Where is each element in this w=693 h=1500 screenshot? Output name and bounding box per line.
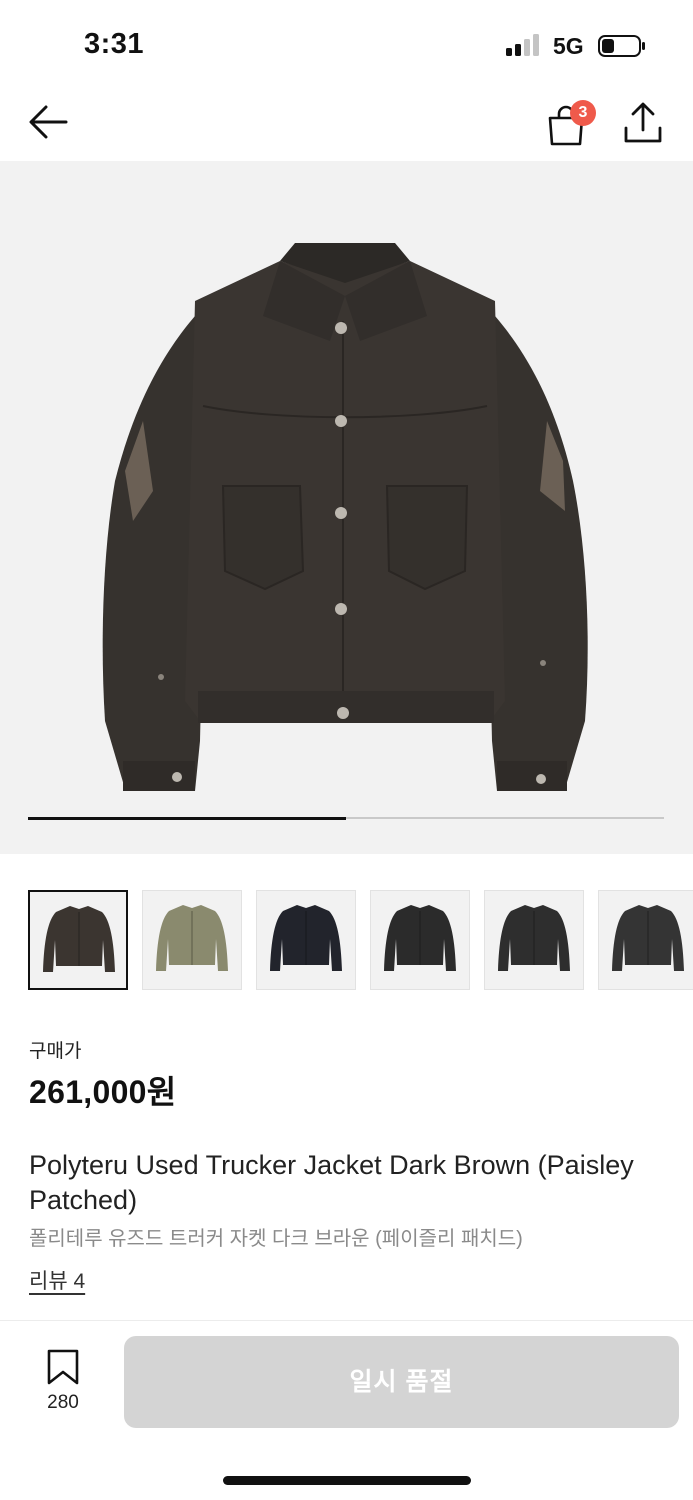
carousel-progress-bar [28,816,664,820]
thumbnail-3[interactable] [256,890,356,990]
thumbnail-jacket-image [498,905,570,971]
cart-button[interactable]: 3 [544,98,600,148]
bookmark-button[interactable]: 280 [30,1348,96,1418]
thumbnail-strip[interactable] [28,890,693,990]
thumbnail-jacket-image [384,905,456,971]
product-name-en: Polyteru Used Trucker Jacket Dark Brown … [29,1150,634,1215]
back-arrow-icon[interactable] [26,102,72,142]
network-label: 5G [553,33,584,59]
thumbnail-4[interactable] [370,890,470,990]
thumbnail-2[interactable] [142,890,242,990]
thumbnail-6[interactable] [598,890,693,990]
thumbnail-1[interactable] [28,890,128,990]
thumbnail-jacket-image [612,905,684,971]
share-icon[interactable] [622,100,664,146]
signal-icon [506,34,539,56]
sold-out-button[interactable]: 일시 품절 [124,1336,679,1428]
thumbnail-5[interactable] [484,890,584,990]
review-link[interactable]: 리뷰 4 [29,1265,85,1295]
bottom-bar-divider [0,1320,693,1321]
price-label: 구매가 [29,1041,82,1062]
carousel-progress-fill [28,816,346,820]
bookmark-icon [47,1349,79,1385]
jacket-product-image [102,243,588,791]
product-name-ko: 폴리테루 유즈드 트러커 자켓 다크 브라운 (페이즐리 패치드) [29,1228,523,1250]
thumbnail-jacket-image [156,905,228,971]
status-bar: 3:31 5G [0,0,693,88]
home-indicator [223,1476,471,1485]
bookmark-count: 280 [47,1392,79,1413]
status-time: 3:31 [84,28,145,60]
thumbnail-jacket-image [43,906,115,972]
battery-icon [598,35,645,57]
product-image-carousel[interactable] [0,161,693,854]
cart-count-badge: 3 [570,100,596,126]
thumbnail-jacket-image [270,905,342,971]
nav-bar: 3 [0,88,693,160]
price-value: 261,000원 [29,1074,177,1110]
